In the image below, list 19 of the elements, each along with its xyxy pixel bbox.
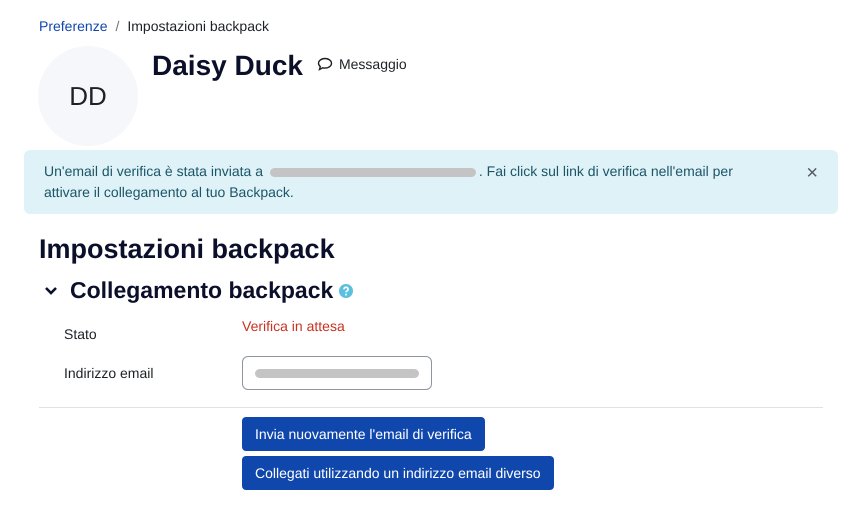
chevron-down-icon[interactable] [44,286,58,296]
message-link[interactable]: Messaggio [316,56,407,72]
section-title: Collegamento backpack [70,277,334,304]
help-icon[interactable] [339,284,354,298]
field-label: Indirizzo email [64,365,154,381]
action-button[interactable]: Invia nuovamente l'email di verifica [242,417,485,451]
speech-bubble-icon [316,57,333,71]
field-label: Stato [64,326,98,342]
action-button[interactable]: Collegati utilizzando un indirizzo email diverso [242,456,554,490]
breadcrumb-link[interactable]: Preferenze [39,18,108,34]
close-button[interactable]: × [806,163,818,183]
status-text: Verifica in attesa [242,318,346,334]
alert-message: Un'email di verifica è stata inviata a . Fai click sul link di verifica nell'email per attivare il collegamento al tuo Backpack. [44,162,734,202]
breadcrumb-text: Impostazioni backpack [127,18,270,34]
avatar: DD [38,46,138,146]
page-title: Impostazioni backpack [39,234,336,265]
user-name: Daisy Duck [152,50,303,82]
email-field[interactable] [242,356,432,390]
breadcrumb-separator: / [115,18,120,34]
